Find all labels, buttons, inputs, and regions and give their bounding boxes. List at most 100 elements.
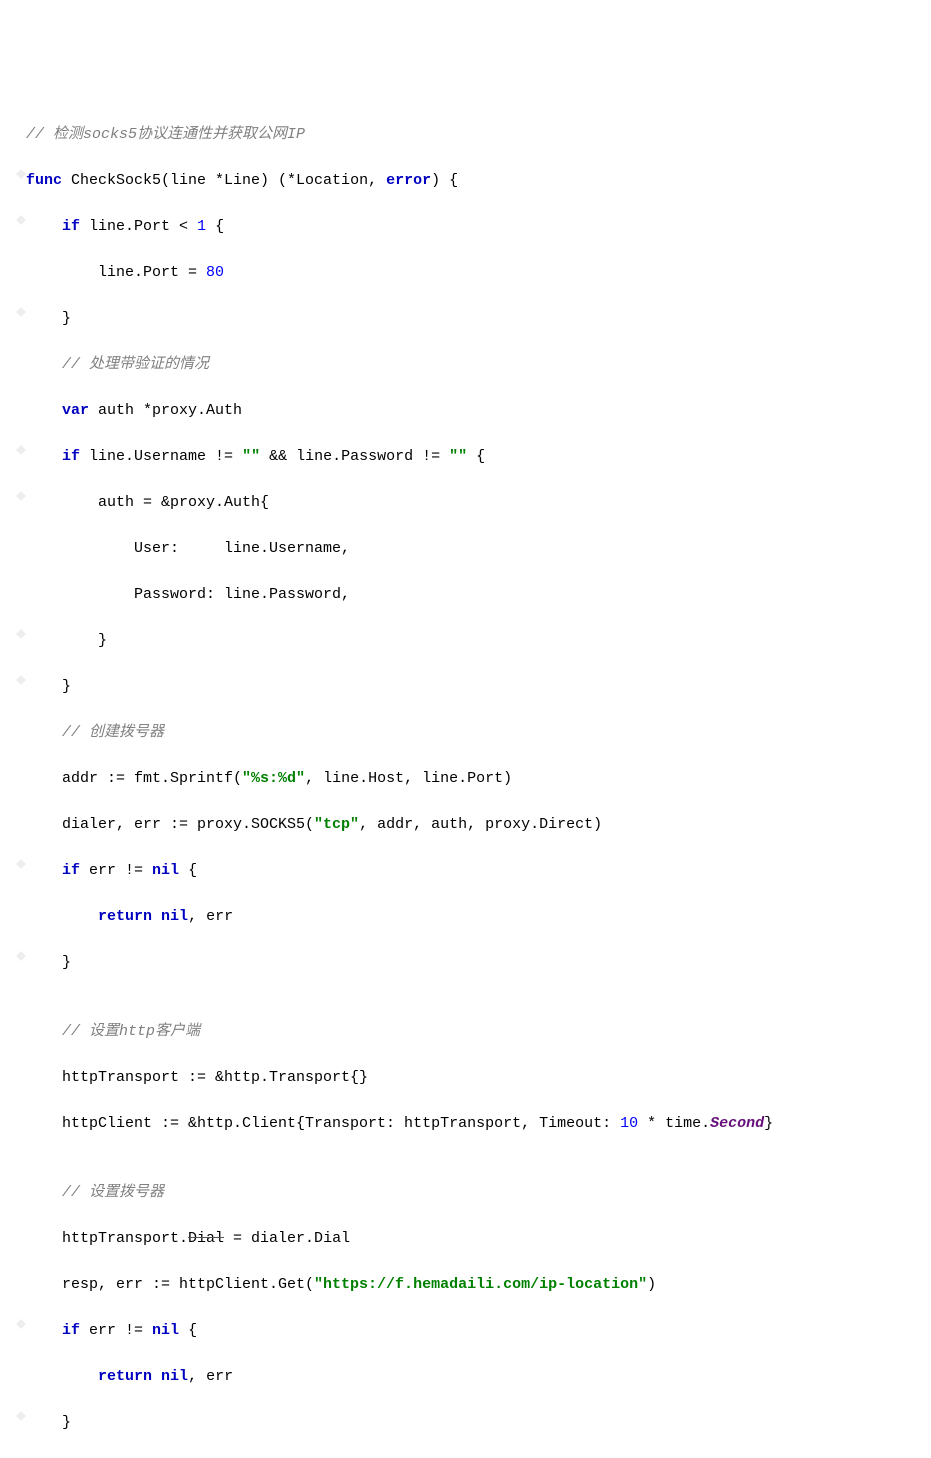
code-line[interactable]: } xyxy=(12,629,919,652)
code-line[interactable]: var auth *proxy.Auth xyxy=(12,399,919,422)
code-text: httpTransport := &http.Transport{} xyxy=(26,1069,368,1086)
gutter-collapse-icon[interactable] xyxy=(16,445,26,455)
code-text: { xyxy=(179,1322,197,1339)
comment: // 设置拨号器 xyxy=(62,1184,164,1201)
code-text xyxy=(26,402,62,419)
keyword-nil: nil xyxy=(152,1322,179,1339)
keyword-if: if xyxy=(62,448,80,465)
code-text: } xyxy=(764,1115,773,1132)
code-line[interactable]: // 设置http客户端 xyxy=(12,1020,919,1043)
code-text: err != xyxy=(80,1322,152,1339)
code-line[interactable]: // 检测socks5协议连通性并获取公网IP xyxy=(12,123,919,146)
code-text xyxy=(26,724,62,741)
code-text: dialer, err := proxy.SOCKS5( xyxy=(26,816,314,833)
code-line[interactable]: resp, err := httpClient.Get("https://f.h… xyxy=(12,1273,919,1296)
gutter-collapse-icon[interactable] xyxy=(16,169,26,179)
code-text: auth = &proxy.Auth{ xyxy=(26,494,269,511)
code-text: && line.Password != xyxy=(260,448,449,465)
code-line[interactable]: if line.Username != "" && line.Password … xyxy=(12,445,919,468)
code-text: resp, err := httpClient.Get( xyxy=(26,1276,314,1293)
gutter-collapse-icon[interactable] xyxy=(16,307,26,317)
code-line[interactable]: httpClient := &http.Client{Transport: ht… xyxy=(12,1112,919,1135)
keyword-var: var xyxy=(62,402,89,419)
code-text: User: line.Username, xyxy=(26,540,350,557)
keyword-error: error xyxy=(386,172,431,189)
code-line[interactable]: // 处理带验证的情况 xyxy=(12,353,919,376)
code-line[interactable]: // 设置拨号器 xyxy=(12,1181,919,1204)
code-text: , line.Host, line.Port) xyxy=(305,770,512,787)
code-text xyxy=(152,1368,161,1385)
gutter-collapse-icon[interactable] xyxy=(16,951,26,961)
string-literal: "https://f.hemadaili.com/ip-location" xyxy=(314,1276,647,1293)
code-text xyxy=(26,862,62,879)
code-line[interactable]: if err != nil { xyxy=(12,1319,919,1342)
code-text xyxy=(26,908,98,925)
code-line[interactable]: auth = &proxy.Auth{ xyxy=(12,491,919,514)
gutter-collapse-icon[interactable] xyxy=(16,1319,26,1329)
code-text: , err xyxy=(188,908,233,925)
string-literal: "%s:%d" xyxy=(242,770,305,787)
code-line[interactable]: line.Port = 80 xyxy=(12,261,919,284)
code-text xyxy=(26,1184,62,1201)
code-line[interactable]: Password: line.Password, xyxy=(12,583,919,606)
code-line[interactable]: } xyxy=(12,675,919,698)
code-line[interactable]: dialer, err := proxy.SOCKS5("tcp", addr,… xyxy=(12,813,919,836)
code-text: CheckSock5(line *Line) (*Location, xyxy=(62,172,386,189)
code-text: * time. xyxy=(638,1115,710,1132)
code-text: , err xyxy=(188,1368,233,1385)
number-literal: 1 xyxy=(197,218,206,235)
code-line[interactable]: if err != nil { xyxy=(12,859,919,882)
keyword-func: func xyxy=(26,172,62,189)
code-line[interactable]: addr := fmt.Sprintf("%s:%d", line.Host, … xyxy=(12,767,919,790)
gutter-collapse-icon[interactable] xyxy=(16,675,26,685)
code-line[interactable]: if line.Port < 1 { xyxy=(12,215,919,238)
code-line[interactable]: httpTransport := &http.Transport{} xyxy=(12,1066,919,1089)
code-text: ) xyxy=(647,1276,656,1293)
code-line[interactable]: } xyxy=(12,1411,919,1434)
code-text: = dialer.Dial xyxy=(224,1230,350,1247)
code-editor[interactable]: // 检测socks5协议连通性并获取公网IP func CheckSock5(… xyxy=(12,100,919,1457)
code-text: err != xyxy=(80,862,152,879)
deprecated-dial: Dial xyxy=(188,1230,224,1247)
code-text xyxy=(26,356,62,373)
gutter-collapse-icon[interactable] xyxy=(16,491,26,501)
code-text: httpClient := &http.Client{Transport: ht… xyxy=(26,1115,620,1132)
code-text xyxy=(26,448,62,465)
code-text xyxy=(26,218,62,235)
gutter-collapse-icon[interactable] xyxy=(16,859,26,869)
keyword-if: if xyxy=(62,218,80,235)
code-text xyxy=(26,1368,98,1385)
code-text: } xyxy=(26,310,71,327)
comment: // 处理带验证的情况 xyxy=(62,356,209,373)
code-text: { xyxy=(467,448,485,465)
code-text: addr := fmt.Sprintf( xyxy=(26,770,242,787)
code-text xyxy=(152,908,161,925)
code-line[interactable]: User: line.Username, xyxy=(12,537,919,560)
code-text: } xyxy=(26,678,71,695)
code-line[interactable]: return nil, err xyxy=(12,905,919,928)
code-text: auth *proxy.Auth xyxy=(89,402,242,419)
string-literal: "tcp" xyxy=(314,816,359,833)
comment: // 检测socks5协议连通性并获取公网IP xyxy=(26,126,305,143)
string-literal: "" xyxy=(449,448,467,465)
number-literal: 80 xyxy=(206,264,224,281)
gutter-collapse-icon[interactable] xyxy=(16,1411,26,1421)
gutter-collapse-icon[interactable] xyxy=(16,629,26,639)
code-line[interactable]: } xyxy=(12,307,919,330)
code-line[interactable]: httpTransport.Dial = dialer.Dial xyxy=(12,1227,919,1250)
code-line[interactable]: return nil, err xyxy=(12,1365,919,1388)
code-text: } xyxy=(26,632,107,649)
code-text xyxy=(26,1322,62,1339)
code-text: line.Port = xyxy=(26,264,206,281)
gutter-collapse-icon[interactable] xyxy=(16,215,26,225)
code-line[interactable]: } xyxy=(12,951,919,974)
keyword-return: return xyxy=(98,1368,152,1385)
string-literal: "" xyxy=(242,448,260,465)
number-literal: 10 xyxy=(620,1115,638,1132)
code-line[interactable]: // 创建拨号器 xyxy=(12,721,919,744)
constant-second: Second xyxy=(710,1115,764,1132)
code-text: } xyxy=(26,954,71,971)
code-line[interactable]: func CheckSock5(line *Line) (*Location, … xyxy=(12,169,919,192)
code-text: { xyxy=(206,218,224,235)
comment: // 设置http客户端 xyxy=(62,1023,200,1040)
